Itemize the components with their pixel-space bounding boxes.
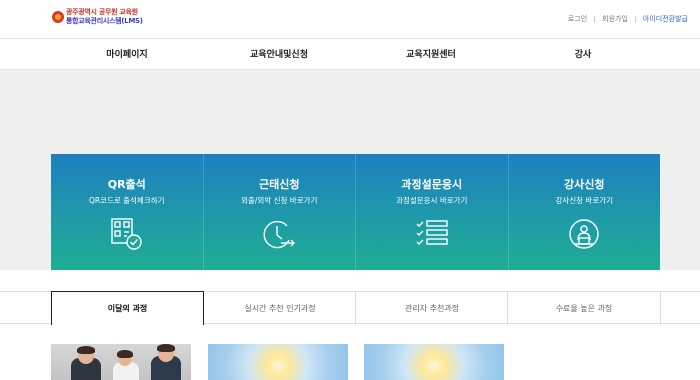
logo-org-name: 광주광역시 공무원 교육원 bbox=[66, 8, 138, 16]
utility-links: 로그인 회원가입 아이디전환발급 bbox=[568, 14, 688, 24]
tab-high-completion[interactable]: 수료율 높은 과정 bbox=[508, 292, 660, 325]
person-hair bbox=[117, 350, 133, 358]
lecturer-icon bbox=[569, 219, 599, 249]
nav-item-education-apply[interactable]: 교육안내및신청 bbox=[250, 47, 308, 60]
logo-emblem-icon bbox=[52, 11, 64, 23]
divider bbox=[660, 292, 661, 325]
tab-realtime-popular[interactable]: 실시간 추천 인기과정 bbox=[204, 292, 356, 325]
course-thumbnail[interactable] bbox=[51, 344, 191, 380]
nav-item-support-center[interactable]: 교육지원센터 bbox=[406, 47, 456, 60]
main-nav: 마이페이지 교육안내및신청 교육지원센터 강사 bbox=[0, 38, 700, 70]
checklist-icon bbox=[416, 220, 448, 245]
logo-text: 광주광역시 공무원 교육원 통합교육관리시스템(LMS) bbox=[66, 8, 143, 26]
course-thumbnail[interactable] bbox=[364, 344, 504, 380]
tile-subtitle: 외출/외박 신청 바로가기 bbox=[241, 196, 318, 205]
qr-check-icon bbox=[111, 218, 142, 250]
tile-subtitle: 강사신청 바로가기 bbox=[555, 196, 614, 205]
tile-attendance-request[interactable]: 근태신청 외출/외박 신청 바로가기 bbox=[204, 154, 356, 270]
tile-subtitle: QR코드로 출석체크하기 bbox=[88, 196, 165, 205]
tile-title: 과정설문응시 bbox=[401, 178, 463, 191]
tile-title: 근태신청 bbox=[259, 178, 300, 191]
logo-system-name: 통합교육관리시스템(LMS) bbox=[66, 17, 143, 25]
nav-item-mypage[interactable]: 마이페이지 bbox=[106, 47, 147, 60]
divider bbox=[594, 15, 596, 23]
tile-course-survey[interactable]: 과정설문응시 과정설문응시 바로가기 bbox=[356, 154, 509, 270]
main-banner bbox=[0, 70, 700, 154]
tab-this-month-course[interactable]: 이달의 과정 bbox=[51, 291, 204, 325]
login-link[interactable]: 로그인 bbox=[568, 14, 587, 24]
tile-qr-attendance[interactable]: QR출석 QR코드로 출석체크하기 bbox=[51, 154, 204, 270]
nav-item-lecturer[interactable]: 강사 bbox=[575, 47, 592, 60]
course-tabs: 이달의 과정 실시간 추천 인기과정 관리자 추천과정 수료율 높은 과정 bbox=[0, 291, 700, 325]
signup-link[interactable]: 회원가입 bbox=[602, 14, 628, 24]
person-hair bbox=[77, 346, 95, 354]
person-hair bbox=[157, 344, 175, 352]
tile-subtitle: 과정설문응시 바로가기 bbox=[396, 196, 468, 205]
clock-arrow-icon bbox=[263, 220, 296, 249]
id-issue-link[interactable]: 아이디전환발급 bbox=[643, 14, 688, 24]
tile-title: 강사신청 bbox=[564, 178, 605, 191]
course-thumbnail[interactable] bbox=[208, 344, 348, 380]
site-header: 광주광역시 공무원 교육원 통합교육관리시스템(LMS) 로그인 회원가입 아이… bbox=[0, 0, 700, 38]
site-logo[interactable]: 광주광역시 공무원 교육원 통합교육관리시스템(LMS) bbox=[52, 8, 143, 26]
divider bbox=[634, 15, 636, 23]
quick-service-tiles: QR출석 QR코드로 출석체크하기 근태신청 외출/외박 신청 바로가기 과정설… bbox=[51, 154, 660, 270]
tab-admin-recommended[interactable]: 관리자 추천과정 bbox=[356, 292, 508, 325]
tile-lecturer-apply[interactable]: 강사신청 강사신청 바로가기 bbox=[509, 154, 661, 270]
tile-title: QR출석 bbox=[107, 178, 146, 191]
